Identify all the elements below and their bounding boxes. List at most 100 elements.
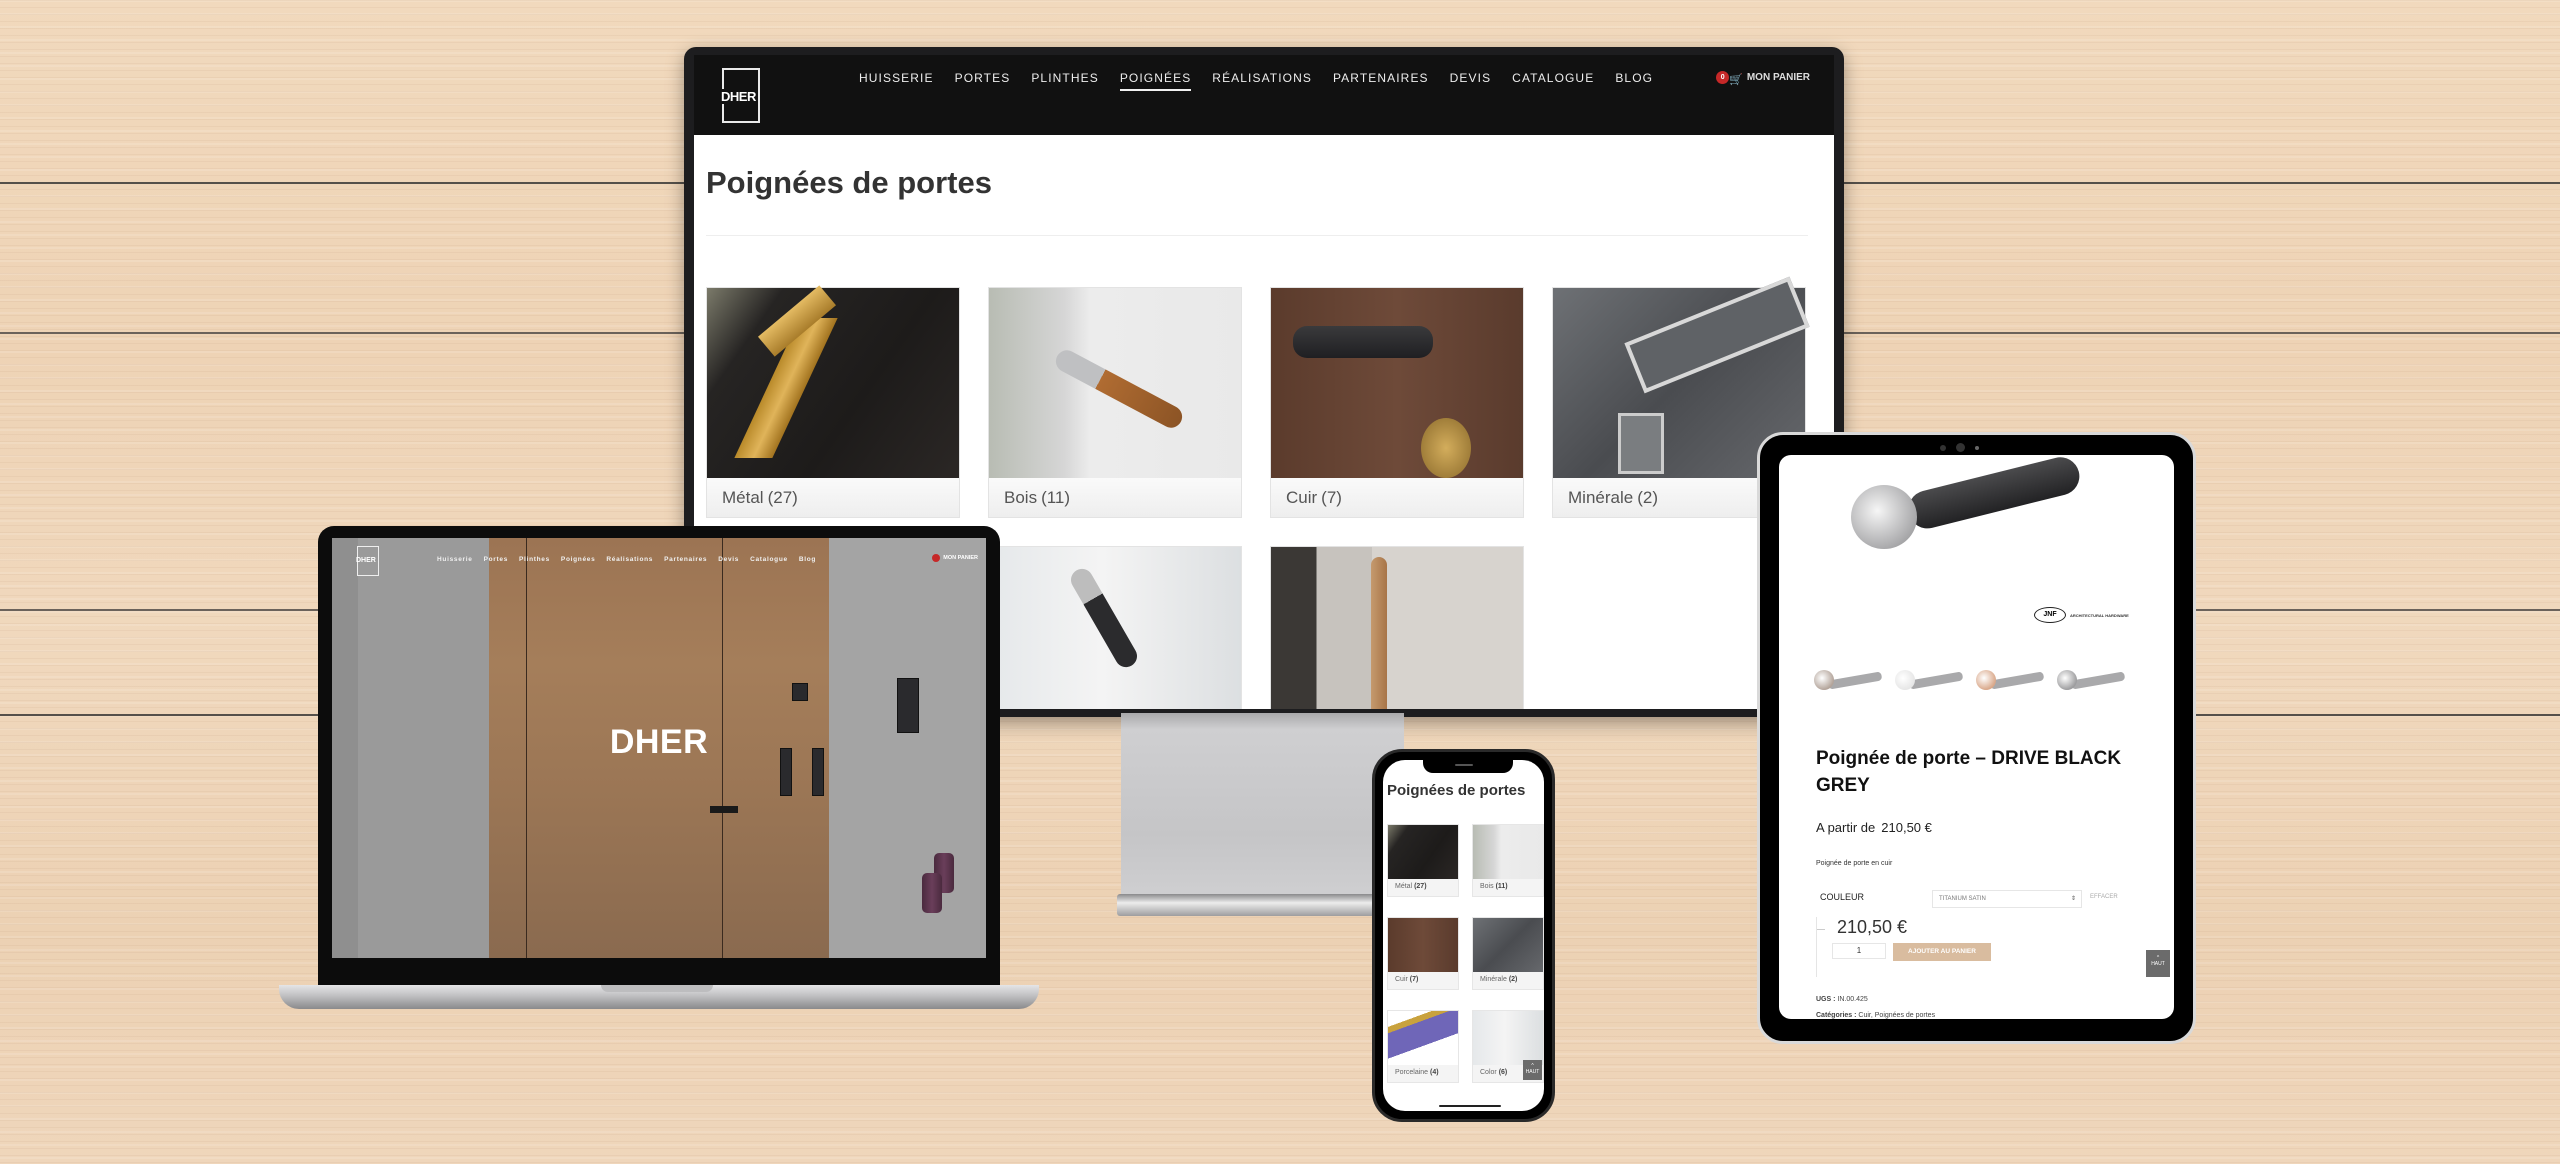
category-count: (6) <box>1498 1069 1508 1076</box>
laptop-main-nav: Huisserie Portes Plinthes Poignées Réali… <box>437 556 816 563</box>
nav-realisations[interactable]: Réalisations <box>606 556 653 563</box>
laptop-screen: DHER Huisserie Portes Plinthes Poignées … <box>332 538 986 958</box>
category-image <box>1271 288 1523 478</box>
category-card-cuir[interactable]: Cuir (7) <box>1387 917 1459 990</box>
sku-line: UGS : IN.00.425 <box>1816 996 1868 1003</box>
light-switch-image <box>812 748 824 796</box>
dher-logo[interactable]: DHER <box>720 68 760 123</box>
selected-color: TITANIUM SATIN <box>1939 896 1986 902</box>
main-nav: Huisserie Portes Plinthes Poignées Réali… <box>859 71 1653 91</box>
category-name: Bois <box>1480 883 1494 890</box>
dher-logo[interactable]: DHER <box>356 546 379 576</box>
category-name: Color <box>1480 1069 1497 1076</box>
logo-text: DHER <box>356 557 376 564</box>
back-to-top-label: HAUT <box>1525 1069 1540 1075</box>
category-count: (11) <box>1041 488 1071 507</box>
attribute-label: COULEUR <box>1820 892 1865 902</box>
camera-lens <box>1956 443 1965 452</box>
category-image <box>1473 825 1543 879</box>
tablet-camera <box>1940 443 1979 452</box>
cart-icon: 🛒 <box>1729 74 1743 86</box>
category-grid: Métal (27) Bois (11) Cuir (7) Minérale (… <box>1387 824 1544 1083</box>
light-switch-image <box>780 748 792 796</box>
back-to-top-button[interactable]: ^ HAUT <box>1523 1060 1542 1080</box>
short-description: Poignée de porte en cuir <box>1816 860 1893 867</box>
thumbnail-variant[interactable] <box>2057 670 2127 710</box>
category-image <box>1473 918 1543 972</box>
nav-partenaires[interactable]: Partenaires <box>1333 71 1429 91</box>
category-count: (2) <box>1637 488 1658 507</box>
product-thumbnails <box>1814 670 2127 710</box>
nav-plinthes[interactable]: Plinthes <box>1031 71 1098 91</box>
thumbnail-variant[interactable] <box>1814 670 1884 710</box>
product-title: Poignée de porte – DRIVE BLACK GREY <box>1816 748 2122 796</box>
nav-devis[interactable]: Devis <box>718 556 739 563</box>
quantity-input[interactable]: 1 <box>1832 943 1886 959</box>
nav-huisserie[interactable]: Huisserie <box>859 71 934 91</box>
back-to-top-button[interactable]: ^ HAUT <box>2146 950 2170 977</box>
page-title: Poignées de portes <box>706 165 992 200</box>
category-card-bois[interactable]: Bois (11) <box>1472 824 1544 897</box>
category-card-bois[interactable]: Bois (11) <box>988 287 1242 518</box>
category-name: Bois <box>1004 488 1038 507</box>
nav-poignees[interactable]: Poignées <box>1119 71 1192 91</box>
door-handle-image <box>710 806 738 813</box>
category-count: (27) <box>1414 883 1427 890</box>
nav-blog[interactable]: Blog <box>1615 71 1653 91</box>
site-header: DHER Huisserie Portes Plinthes Poignées … <box>694 55 1834 135</box>
add-to-cart-button[interactable]: AJOUTER AU PANIER <box>1893 943 1991 961</box>
thumbnail-variant[interactable] <box>1895 670 1965 710</box>
brand-tagline: ARCHITECTURAL HARDWARE <box>2070 612 2129 618</box>
cart-button[interactable]: MON PANIER <box>932 554 978 562</box>
category-count: (11) <box>1495 883 1508 890</box>
nav-blog[interactable]: Blog <box>799 556 816 563</box>
category-image <box>707 288 959 478</box>
category-name: Métal <box>1395 883 1413 890</box>
category-name: Métal <box>722 488 764 507</box>
category-card-metal[interactable]: Métal (27) <box>706 287 960 518</box>
nav-catalogue[interactable]: Catalogue <box>750 556 788 563</box>
handle-rose <box>1851 485 1917 549</box>
sensor-dot <box>1975 445 1979 450</box>
nav-huisserie[interactable]: Huisserie <box>437 556 473 563</box>
category-card-metal[interactable]: Métal (27) <box>1387 824 1459 897</box>
jnf-brand-logo: JNF ARCHITECTURAL HARDWARE <box>2034 607 2129 623</box>
clear-selection-link[interactable]: EFFACER <box>2090 894 2118 900</box>
cart-button[interactable]: 0 🛒 MON PANIER <box>1716 69 1810 86</box>
tablet-screen: JNF ARCHITECTURAL HARDWARE Poignée de po… <box>1779 455 2174 1019</box>
nav-realisations[interactable]: Réalisations <box>1212 71 1312 91</box>
variation-price: 210,50 € <box>1837 917 1908 937</box>
category-card-color[interactable] <box>988 546 1242 709</box>
color-select[interactable]: TITANIUM SATIN ⇕ <box>1932 890 2082 908</box>
category-count: (27) <box>767 488 798 507</box>
page-title: Poignées de portes <box>1387 782 1526 799</box>
select-arrows-icon: ⇕ <box>2070 896 2076 902</box>
thumbnail-variant[interactable] <box>1976 670 2046 710</box>
nav-catalogue[interactable]: Catalogue <box>1512 71 1594 91</box>
variant-swatch <box>2057 670 2077 690</box>
category-card-strap[interactable] <box>1270 546 1524 709</box>
phone-notch <box>1423 760 1513 773</box>
back-to-top-label: HAUT <box>2151 961 2165 967</box>
variant-swatch <box>1814 670 1834 690</box>
product-main-image[interactable] <box>1839 455 2089 567</box>
category-card-cuir[interactable]: Cuir (7) <box>1270 287 1524 518</box>
nav-plinthes[interactable]: Plinthes <box>519 556 550 563</box>
nav-portes[interactable]: Portes <box>484 556 508 563</box>
nav-partenaires[interactable]: Partenaires <box>664 556 707 563</box>
category-image <box>989 547 1241 709</box>
category-name: Cuir <box>1395 976 1408 983</box>
nav-poignees[interactable]: Poignées <box>561 556 596 563</box>
category-card-minerale[interactable]: Minérale (2) <box>1472 917 1544 990</box>
categories-value[interactable]: Cuir, Poignées de portes <box>1858 1012 1935 1019</box>
nav-devis[interactable]: Devis <box>1450 71 1492 91</box>
category-card-porcelaine[interactable]: Porcelaine (4) <box>1387 1010 1459 1083</box>
price-value: 210,50 € <box>1881 820 1932 835</box>
variant-swatch <box>1895 670 1915 690</box>
brand-logo-mark: JNF <box>2034 607 2066 623</box>
phone-screen: Poignées de portes Métal (27) Bois (11) … <box>1383 760 1544 1111</box>
home-indicator <box>1439 1105 1501 1107</box>
cart-count-badge: 0 <box>1716 71 1730 84</box>
category-image <box>1271 547 1523 709</box>
nav-portes[interactable]: Portes <box>955 71 1011 91</box>
